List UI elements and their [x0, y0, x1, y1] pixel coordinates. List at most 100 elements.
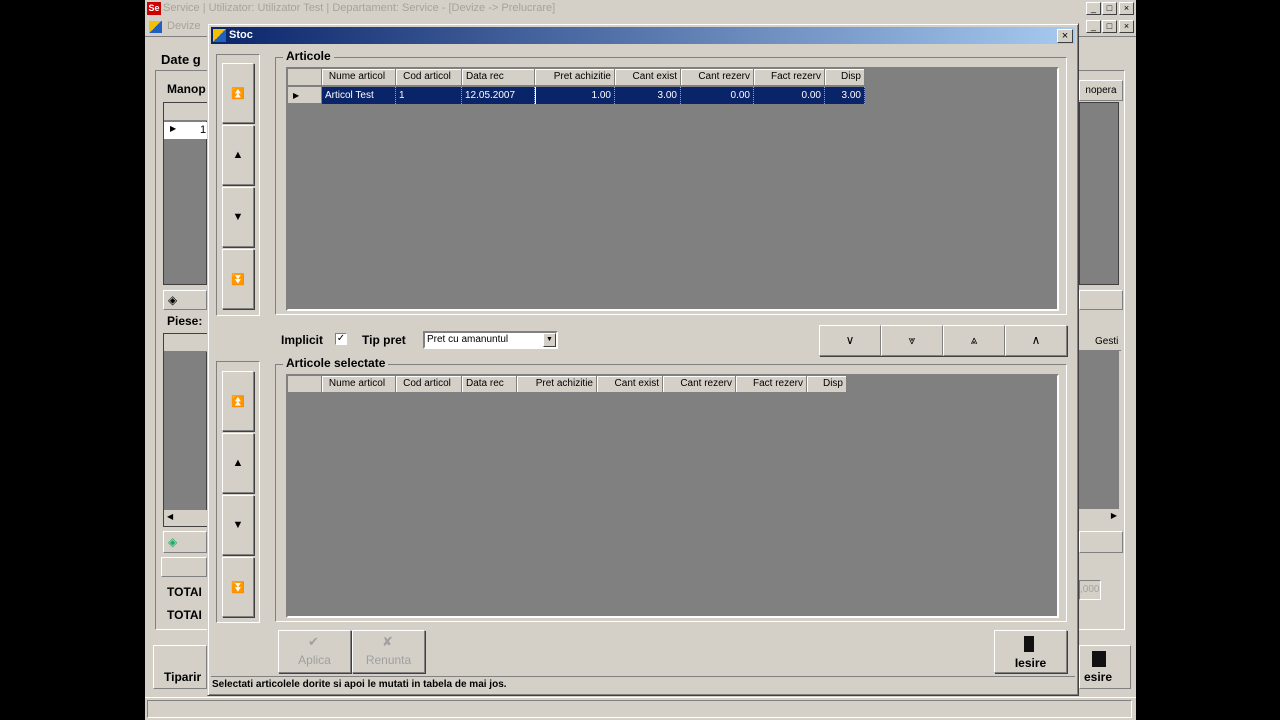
articole-grid[interactable]: ▶ Nume articol Cod articol Data rec Pret… [286, 67, 1059, 311]
bg-tag-button[interactable]: ◈ [163, 290, 207, 310]
col-fact-rezerv[interactable]: Fact rezerv [754, 69, 825, 86]
sel-nav-first-button[interactable]: ⏫ [222, 371, 254, 431]
col-cant-rezerv[interactable]: Cant rezerv [681, 69, 754, 86]
nav-next-button[interactable]: ▼ [222, 187, 254, 247]
bg-manopera-button[interactable]: nopera [1079, 80, 1123, 101]
renunta-button[interactable]: ✘ Renunta [352, 630, 425, 673]
tip-pret-value: Pret cu amanuntul [427, 334, 509, 345]
main-title-text: Service | Utilizator: Utilizator Test | … [163, 2, 556, 14]
cell-nume-articol[interactable]: Articol Test [322, 87, 396, 104]
grid-indicator-header [288, 69, 322, 86]
bg-right-button-2[interactable] [1079, 531, 1123, 553]
grid-indicator-header [288, 376, 322, 393]
sel-nav-last-button[interactable]: ⏬ [222, 557, 254, 617]
nav-prev-button[interactable]: ▲ [222, 125, 254, 185]
sel-col-data-rec[interactable]: Data rec [462, 376, 517, 393]
move-up-button[interactable]: ∧ [1005, 325, 1067, 356]
bg-piese-label: Piese: [167, 314, 203, 328]
cell-pret-achizitie[interactable]: 1.00 [535, 87, 615, 104]
close-button[interactable]: × [1119, 2, 1134, 15]
sel-col-cant-exist[interactable]: Cant exist [597, 376, 663, 393]
col-data-rec[interactable]: Data rec [462, 69, 535, 86]
scroll-left-icon[interactable]: ◀ [167, 512, 173, 521]
cell-cant-rezerv[interactable]: 0.00 [681, 87, 754, 104]
selectate-grid[interactable]: Nume articol Cod articol Data rec Pret a… [286, 374, 1059, 618]
dialog-window-icon [213, 29, 226, 42]
chevron-down-icon[interactable]: ▼ [543, 333, 556, 347]
last-record-icon: ⏬ [231, 273, 245, 286]
bg-total-label-2: TOTAI [167, 608, 202, 622]
sel-col-cod-articol[interactable]: Cod articol [396, 376, 462, 393]
child-title-text: Devize [167, 20, 201, 32]
move-down-button[interactable]: ∨ [819, 325, 881, 356]
col-nume-articol[interactable]: Nume articol [322, 69, 396, 86]
door-exit-icon [1024, 636, 1038, 652]
tip-pret-select[interactable]: Pret cu amanuntul ▼ [423, 331, 558, 349]
status-text: Selectati articolele dorite si apoi le m… [212, 679, 507, 690]
sel-col-cant-rezerv[interactable]: Cant rezerv [663, 376, 736, 393]
cell-cod-articol[interactable]: 1 [396, 87, 462, 104]
move-all-up-button[interactable]: ⩓ [943, 325, 1005, 356]
bg-row-number: 1 [200, 124, 207, 136]
sel-col-disp[interactable]: Disp [807, 376, 847, 393]
row-indicator-icon: ▶ [288, 87, 322, 104]
dialog-title-bar: Stoc × [211, 27, 1075, 44]
tag-icon: ◈ [168, 293, 178, 307]
dialog-title: Stoc [229, 29, 253, 41]
child-maximize-button[interactable]: □ [1102, 20, 1117, 33]
cell-cant-exist[interactable]: 3.00 [615, 87, 681, 104]
bg-tag-button-2[interactable]: ◈ [163, 531, 207, 553]
next-record-icon: ▼ [232, 211, 244, 223]
next-record-icon: ▼ [232, 519, 244, 531]
nav-last-button[interactable]: ⏬ [222, 249, 254, 309]
iesire-button[interactable]: Iesire [994, 630, 1067, 673]
first-record-icon: ⏫ [231, 87, 245, 100]
bg-manopera-label: Manop [167, 82, 206, 96]
bg-gestiune-header: Gesti [1079, 333, 1121, 351]
child-close-button[interactable]: × [1119, 20, 1134, 33]
sel-col-fact-rezerv[interactable]: Fact rezerv [736, 376, 807, 393]
implicit-label: Implicit [281, 333, 324, 347]
door-icon [1092, 651, 1106, 667]
child-window-icon [149, 21, 162, 33]
col-pret-achizitie[interactable]: Pret achizitie [535, 69, 615, 86]
aplica-button[interactable]: ✔ Aplica [278, 630, 351, 673]
cell-data-rec[interactable]: 12.05.2007 [462, 87, 535, 104]
minimize-button[interactable]: _ [1086, 2, 1101, 15]
nav-first-button[interactable]: ⏫ [222, 63, 254, 123]
maximize-button[interactable]: □ [1102, 2, 1117, 15]
move-all-down-button[interactable]: ⩔ [881, 325, 943, 356]
chevron-up-icon: ∧ [1031, 333, 1041, 347]
tip-pret-label: Tip pret [362, 333, 406, 347]
first-record-icon: ⏫ [231, 395, 245, 408]
sel-col-pret-achizitie[interactable]: Pret achizitie [517, 376, 597, 393]
bg-blank-button[interactable] [161, 557, 207, 577]
implicit-checkbox[interactable]: ✓ [335, 333, 347, 345]
chevron-down-icon: ∨ [845, 333, 855, 347]
prev-record-icon: ▲ [232, 457, 244, 469]
col-cant-exist[interactable]: Cant exist [615, 69, 681, 86]
bg-tiparire-button[interactable]: Tiparir [153, 645, 207, 689]
articole-section-title: Articole [283, 49, 334, 63]
bg-row-indicator-icon: ▶ [170, 124, 177, 133]
bg-total-value: ,000 [1079, 580, 1101, 600]
bg-piese-grid: ◀ [163, 333, 208, 527]
main-status-bar [145, 697, 1136, 720]
sel-col-nume-articol[interactable]: Nume articol [322, 376, 396, 393]
bg-right-button-1[interactable] [1079, 290, 1123, 310]
col-cod-articol[interactable]: Cod articol [396, 69, 462, 86]
dialog-close-button[interactable]: × [1057, 29, 1073, 43]
app-logo: Se [147, 2, 161, 15]
scroll-right-icon[interactable]: ▶ [1111, 511, 1117, 520]
col-disp[interactable]: Disp [825, 69, 865, 86]
sel-nav-next-button[interactable]: ▼ [222, 495, 254, 555]
bg-iesire-button[interactable]: esire [1079, 645, 1131, 689]
double-chevron-up-icon: ⩓ [970, 333, 978, 347]
cell-disp[interactable]: 3.00 [825, 87, 865, 104]
last-record-icon: ⏬ [231, 581, 245, 594]
checkmark-icon: ✔ [308, 634, 319, 649]
stoc-dialog: Stoc × ⏫ ▲ ▼ ⏬ Articole ▶ Nume articol C… [207, 23, 1079, 696]
cell-fact-rezerv[interactable]: 0.00 [754, 87, 825, 104]
sel-nav-prev-button[interactable]: ▲ [222, 433, 254, 493]
child-minimize-button[interactable]: _ [1086, 20, 1101, 33]
